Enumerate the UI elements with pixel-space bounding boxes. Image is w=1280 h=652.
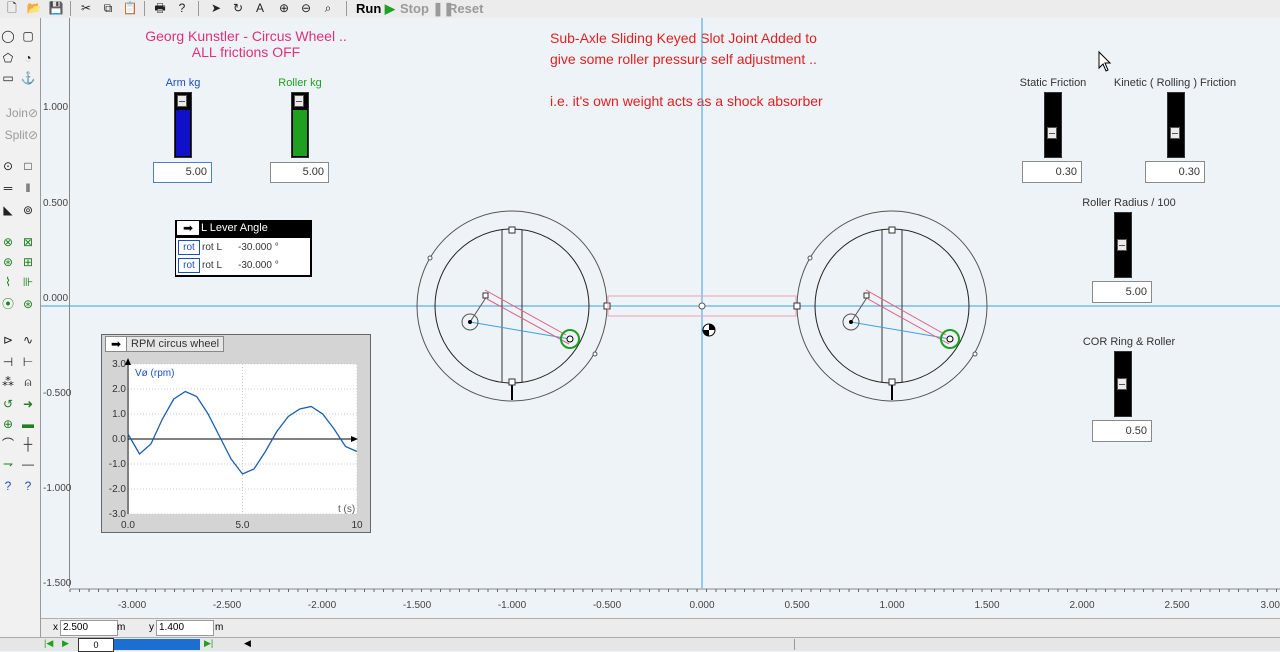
rpm-chart: 3.0 2.0 1.0 0.0 -1.0 -2.0 -3.0 0.0 5.0 10 Vø (rp… [109, 358, 363, 531]
lever-panel-title: L Lever Angle [201, 222, 268, 234]
arm-kg-slider[interactable] [174, 92, 192, 158]
rot-tag[interactable]: rot [178, 258, 200, 273]
x-tick-label: 0.500 [784, 600, 810, 611]
x-tick-label: -1.000 [497, 600, 527, 611]
y-tick-label: -1.0 [109, 459, 127, 470]
x-axis-ruler: -3.000 -2.500 -2.000 -1.500 -1.000 -0.50… [41, 588, 1280, 618]
y-tick-label: -2.0 [109, 484, 127, 495]
lever-angle-panel[interactable]: ➡ L Lever Angle rot rot L -30.000 ° rot … [175, 220, 312, 277]
rot-row-name: rot L [202, 260, 223, 271]
roller-radius-thumb[interactable] [1117, 239, 1127, 251]
y-tick-label: -3.0 [109, 509, 127, 520]
x-tick-label: 3.00 [1260, 600, 1280, 611]
tape-play-icon[interactable]: ▶ [62, 638, 69, 649]
roller-radius-slider[interactable] [1114, 212, 1132, 278]
x-tick-label: 2.000 [1069, 600, 1095, 611]
scroll-left-icon[interactable]: ◀ [244, 638, 251, 649]
chart-ylabel: Vø (rpm) [135, 368, 174, 379]
roller-kg-fill [293, 110, 307, 156]
y-tick-label: 3.0 [112, 359, 126, 370]
roller-kg-input[interactable]: 5.00 [270, 162, 329, 183]
cor-label: COR Ring & Roller [1082, 336, 1176, 348]
y-tick-label: 1.0 [112, 409, 126, 420]
x-tick-label: 0.0 [121, 520, 135, 531]
mouse-cursor-icon [1098, 50, 1112, 72]
playback-tape: |◀ ▶ 0 ▶| ◀ [0, 637, 1280, 652]
rot-row-name: rot L [202, 242, 223, 253]
cor-input[interactable]: 0.50 [1092, 420, 1152, 442]
x-tick-label: 5.0 [236, 520, 250, 531]
panel-menu-icon[interactable]: ➡ [177, 221, 199, 235]
roller-kg-label: Roller kg [278, 77, 322, 89]
arm-kg-fill [176, 110, 190, 156]
mechanism-drawing [41, 18, 1280, 588]
y-tick-labels: 3.0 2.0 1.0 0.0 -1.0 -2.0 -3.0 [109, 359, 127, 520]
y-coord-field[interactable]: 1.400 [156, 620, 214, 636]
rot-tag[interactable]: rot [178, 240, 200, 255]
kinetic-friction-label: Kinetic ( Rolling ) Friction [1113, 77, 1237, 89]
status-bar: x 2.500 m y 1.400 m [41, 618, 1280, 637]
tape-progress [114, 639, 200, 650]
roller-kg-thumb[interactable] [294, 95, 304, 107]
scroll-thumb[interactable] [794, 639, 795, 650]
y-tick-label: 0.0 [112, 434, 126, 445]
static-friction-slider[interactable] [1044, 92, 1062, 158]
x-tick-label: 0.000 [689, 600, 715, 611]
x-tick-label: -0.500 [592, 600, 622, 611]
static-friction-label: Static Friction [1019, 77, 1087, 89]
arm-kg-thumb[interactable] [177, 95, 187, 107]
tape-start-icon[interactable]: |◀ [44, 638, 53, 649]
rpm-graph-panel[interactable]: ➡ RPM circus wheel 3.0 2.0 1.0 0.0 -1.0 -2.0-… [101, 334, 371, 533]
y-tick-label: 2.0 [112, 384, 126, 395]
rot-row-value: -30.000 ° [238, 260, 279, 271]
cor-slider[interactable] [1114, 351, 1132, 417]
x-tick-label: -1.500 [402, 600, 432, 611]
static-friction-thumb[interactable] [1047, 127, 1057, 139]
rot-row-value: -30.000 ° [238, 242, 279, 253]
x-tick-label: -2.500 [212, 600, 242, 611]
roller-radius-input[interactable]: 5.00 [1092, 281, 1152, 303]
chart-xlabel: t (s) [338, 504, 355, 515]
x-coord-field[interactable]: 2.500 [60, 620, 118, 636]
lever-panel-body: rot rot L -30.000 ° rot rot L -30.000 ° [176, 238, 310, 275]
arm-kg-input[interactable]: 5.00 [153, 162, 212, 183]
roller-kg-slider[interactable] [291, 92, 309, 158]
y-coord-unit: m [215, 622, 224, 633]
cor-thumb[interactable] [1117, 378, 1127, 390]
x-tick-label: 1.500 [974, 600, 1000, 611]
x-coord-unit: m [117, 622, 126, 633]
x-coord-label: x [53, 622, 58, 633]
y-coord-label: y [149, 622, 154, 633]
kinetic-friction-slider[interactable] [1167, 92, 1185, 158]
tape-end-icon[interactable]: ▶| [204, 638, 213, 649]
x-tick-label: 10 [351, 520, 363, 531]
x-tick-label: 1.000 [879, 600, 905, 611]
kinetic-friction-thumb[interactable] [1170, 127, 1180, 139]
x-tick-label: 2.500 [1164, 600, 1190, 611]
roller-radius-label: Roller Radius / 100 [1082, 197, 1176, 209]
kinetic-friction-input[interactable]: 0.30 [1145, 161, 1205, 183]
x-tick-label: -2.000 [307, 600, 337, 611]
arm-kg-label: Arm kg [165, 77, 201, 89]
x-tick-label: -3.000 [117, 600, 147, 611]
x-tick-labels: 0.0 5.0 10 [121, 520, 363, 531]
static-friction-input[interactable]: 0.30 [1022, 161, 1082, 183]
